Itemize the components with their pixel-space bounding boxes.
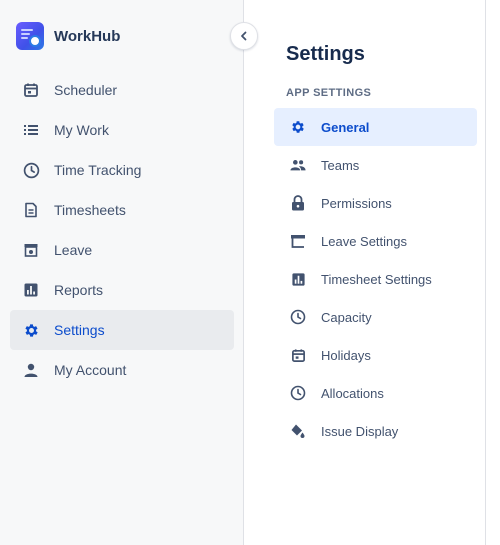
sidebar-item-label: Time Tracking (54, 162, 142, 178)
sidebar-item-label: My Account (54, 362, 127, 378)
settings-item-label: Timesheet Settings (321, 271, 432, 287)
calendar-icon (290, 347, 306, 363)
people-icon (290, 157, 306, 173)
paint-bucket-icon (290, 423, 306, 439)
clock-icon (290, 309, 306, 325)
settings-item-label: Allocations (321, 385, 384, 401)
settings-item-label: Leave Settings (321, 233, 408, 249)
calendar-icon (22, 81, 40, 99)
leave-icon (290, 233, 306, 249)
gear-icon (22, 321, 40, 339)
settings-item-issue-display[interactable]: Issue Display (274, 412, 477, 450)
sidebar-item-leave[interactable]: Leave (10, 230, 234, 270)
sidebar-item-label: Scheduler (54, 82, 118, 98)
settings-item-label: Capacity (321, 309, 372, 325)
sidebar-item-reports[interactable]: Reports (10, 270, 234, 310)
collapse-sidebar-button[interactable] (230, 22, 258, 50)
bar-chart-icon (22, 281, 40, 299)
settings-item-general[interactable]: General (274, 108, 477, 146)
settings-panel: Settings APP SETTINGS General Teams Perm… (245, 0, 485, 545)
lock-icon (290, 195, 306, 211)
sidebar-item-my-account[interactable]: My Account (10, 350, 234, 390)
sidebar-item-label: Reports (54, 282, 104, 298)
brand-name: WorkHub (54, 27, 121, 45)
sidebar-item-scheduler[interactable]: Scheduler (10, 70, 234, 110)
gear-icon (290, 119, 306, 135)
bar-chart-icon (290, 271, 306, 287)
list-icon (22, 121, 40, 139)
document-icon (22, 201, 40, 219)
settings-item-leave-settings[interactable]: Leave Settings (274, 222, 477, 260)
sidebar: WorkHub Scheduler My Work Time Tracking … (0, 0, 244, 545)
settings-item-allocations[interactable]: Allocations (274, 374, 477, 412)
sidebar-item-label: Timesheets (54, 202, 126, 218)
settings-item-capacity[interactable]: Capacity (274, 298, 477, 336)
person-icon (22, 361, 40, 379)
clock-icon (290, 385, 306, 401)
chevron-left-icon (239, 31, 249, 41)
settings-item-label: Permissions (321, 195, 392, 211)
section-label: APP SETTINGS (286, 87, 372, 99)
settings-item-label: Issue Display (321, 423, 399, 439)
settings-item-timesheet-settings[interactable]: Timesheet Settings (274, 260, 477, 298)
page-title: Settings (286, 43, 365, 65)
leave-icon (22, 241, 40, 259)
sidebar-item-label: Settings (54, 322, 105, 338)
settings-nav: General Teams Permissions Leave Settings… (274, 108, 477, 450)
settings-item-label: Holidays (321, 347, 371, 363)
sidebar-item-label: My Work (54, 122, 109, 138)
settings-item-teams[interactable]: Teams (274, 146, 477, 184)
sidebar-item-my-work[interactable]: My Work (10, 110, 234, 150)
brand[interactable]: WorkHub (16, 22, 120, 50)
settings-item-permissions[interactable]: Permissions (274, 184, 477, 222)
workhub-logo-icon (16, 22, 44, 50)
clock-icon (22, 161, 40, 179)
sidebar-item-timesheets[interactable]: Timesheets (10, 190, 234, 230)
settings-item-label: General (321, 119, 370, 135)
sidebar-item-time-tracking[interactable]: Time Tracking (10, 150, 234, 190)
right-panel-edge (485, 0, 500, 545)
sidebar-item-settings[interactable]: Settings (10, 310, 234, 350)
sidebar-item-label: Leave (54, 242, 93, 258)
settings-item-holidays[interactable]: Holidays (274, 336, 477, 374)
sidebar-nav: Scheduler My Work Time Tracking Timeshee… (10, 70, 234, 390)
settings-item-label: Teams (321, 157, 360, 173)
